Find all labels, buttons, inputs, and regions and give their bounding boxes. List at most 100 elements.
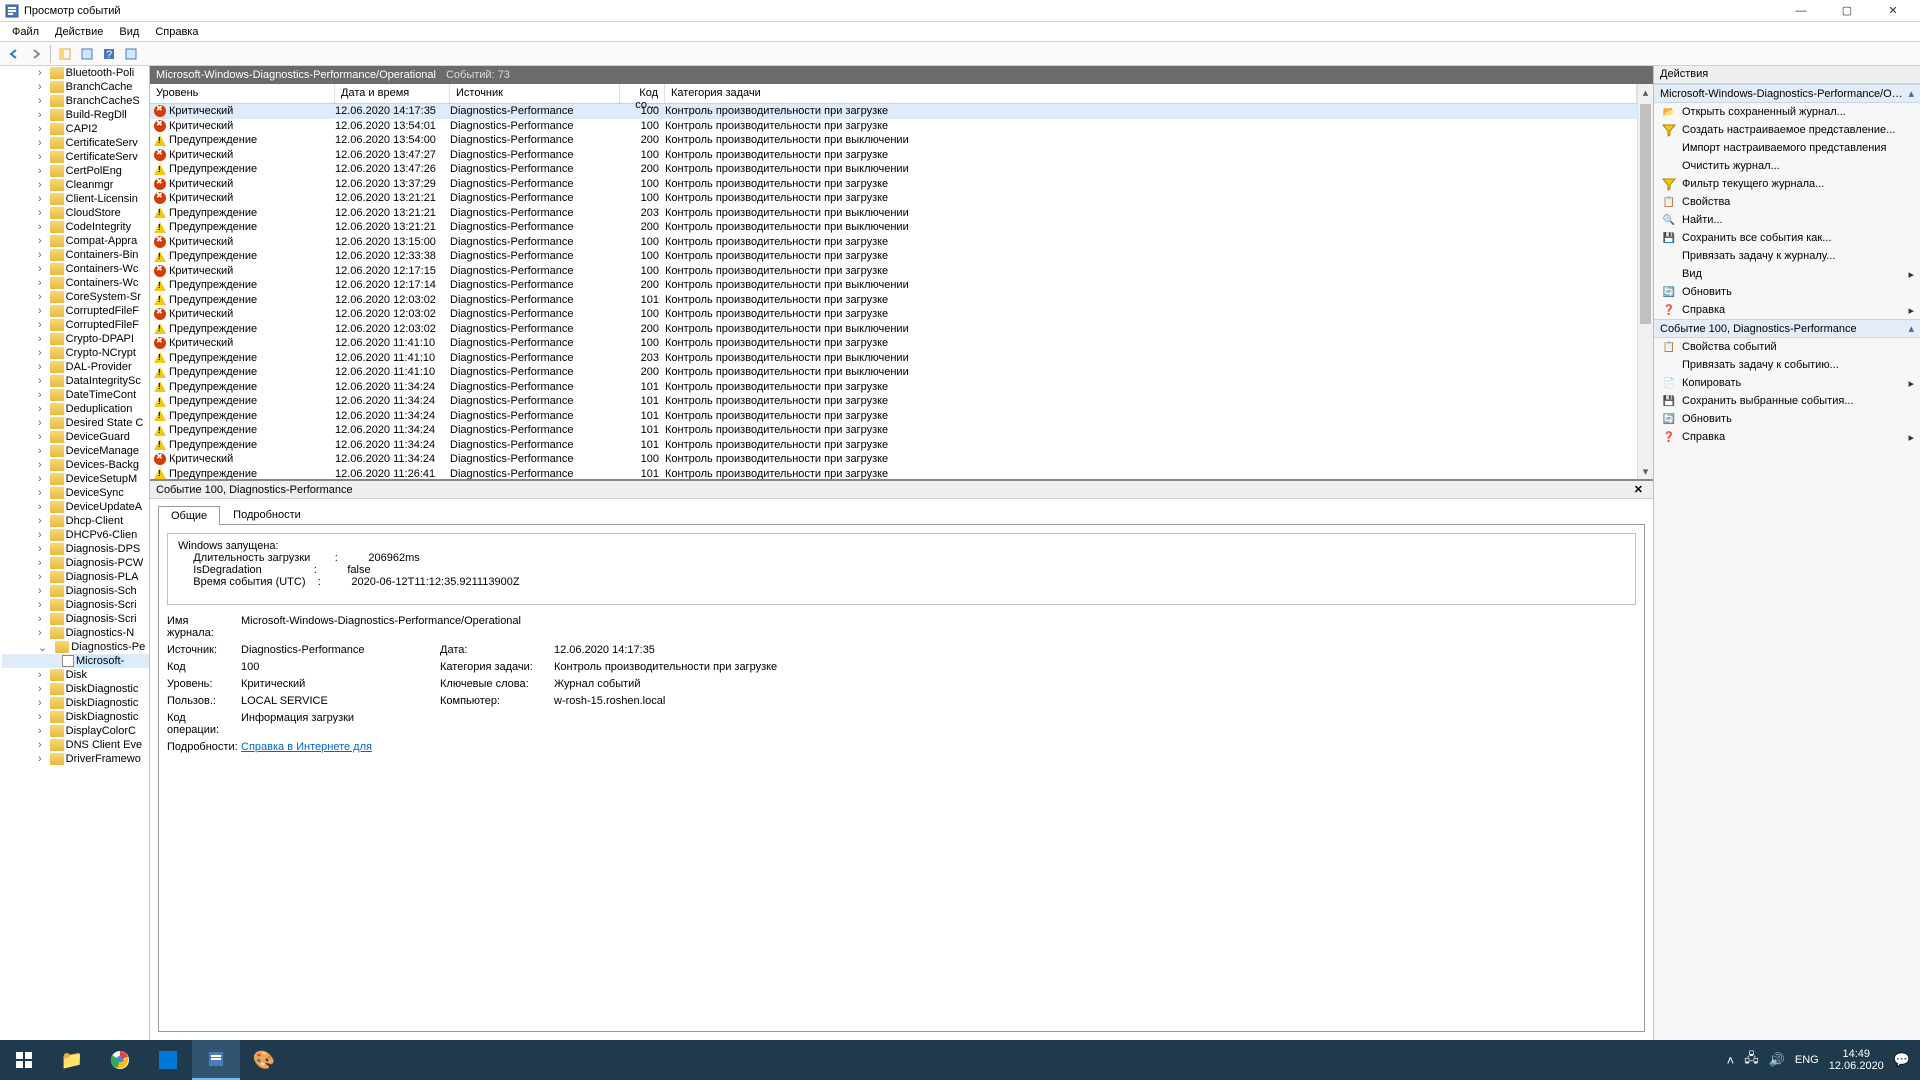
- action-item[interactable]: Фильтр текущего журнала...: [1654, 175, 1920, 193]
- taskbar-explorer[interactable]: 📁: [48, 1040, 96, 1080]
- event-row[interactable]: Критический12.06.2020 13:47:27Diagnostic…: [150, 148, 1637, 163]
- event-row[interactable]: Предупреждение12.06.2020 13:47:26Diagnos…: [150, 162, 1637, 177]
- collapse-icon[interactable]: ▴: [1908, 322, 1914, 335]
- tab-details[interactable]: Подробности: [220, 505, 314, 524]
- tree-item[interactable]: Cleanmgr: [2, 178, 149, 192]
- back-button[interactable]: [4, 44, 24, 64]
- online-help-link[interactable]: Справка в Интернете для: [241, 741, 372, 753]
- details-close-icon[interactable]: ✕: [1630, 483, 1647, 496]
- action-item[interactable]: Вид▸: [1654, 265, 1920, 283]
- tree-item[interactable]: CAPI2: [2, 122, 149, 136]
- tree-item[interactable]: Crypto-DPAPI: [2, 332, 149, 346]
- tray-language[interactable]: ENG: [1795, 1054, 1819, 1066]
- tree-item[interactable]: Dhcp-Client: [2, 514, 149, 528]
- tree-item[interactable]: Crypto-NCrypt: [2, 346, 149, 360]
- tree-item[interactable]: DiskDiagnostic: [2, 682, 149, 696]
- tree-item[interactable]: BranchCacheS: [2, 94, 149, 108]
- event-row[interactable]: Предупреждение12.06.2020 11:34:24Diagnos…: [150, 423, 1637, 438]
- action-item[interactable]: Копировать▸: [1654, 374, 1920, 392]
- event-row[interactable]: Критический12.06.2020 11:41:10Diagnostic…: [150, 336, 1637, 351]
- action-item[interactable]: Очистить журнал...: [1654, 157, 1920, 175]
- tree-item[interactable]: Desired State C: [2, 416, 149, 430]
- collapse-icon[interactable]: ▴: [1908, 87, 1914, 100]
- tree-item[interactable]: Disk: [2, 668, 149, 682]
- action-item[interactable]: Открыть сохраненный журнал...: [1654, 103, 1920, 121]
- taskbar-eventviewer[interactable]: [192, 1040, 240, 1080]
- tree-item[interactable]: Diagnostics-Pe: [2, 640, 149, 654]
- menu-help[interactable]: Справка: [147, 24, 206, 40]
- tree-item[interactable]: Bluetooth-Poli: [2, 66, 149, 80]
- tree-item[interactable]: CodeIntegrity: [2, 220, 149, 234]
- event-row[interactable]: Критический12.06.2020 12:17:15Diagnostic…: [150, 264, 1637, 279]
- event-row[interactable]: Предупреждение12.06.2020 13:21:21Diagnos…: [150, 206, 1637, 221]
- col-code[interactable]: Код со…: [620, 84, 665, 103]
- tree-item[interactable]: Microsoft-: [2, 654, 149, 668]
- tree-item[interactable]: Containers-Wc: [2, 262, 149, 276]
- tree-item[interactable]: DiskDiagnostic: [2, 710, 149, 724]
- tree-item[interactable]: DeviceSetupM: [2, 472, 149, 486]
- event-row[interactable]: Предупреждение12.06.2020 11:41:10Diagnos…: [150, 351, 1637, 366]
- tab-general[interactable]: Общие: [158, 506, 220, 525]
- event-row[interactable]: Критический12.06.2020 13:15:00Diagnostic…: [150, 235, 1637, 250]
- tree-item[interactable]: DNS Client Eve: [2, 738, 149, 752]
- tree-item[interactable]: DateTimeCont: [2, 388, 149, 402]
- event-row[interactable]: Предупреждение12.06.2020 13:21:21Diagnos…: [150, 220, 1637, 235]
- event-row[interactable]: Критический12.06.2020 14:17:35Diagnostic…: [150, 104, 1637, 119]
- tray-chevron-icon[interactable]: ˄: [1727, 1053, 1735, 1068]
- event-row[interactable]: Критический12.06.2020 13:37:29Diagnostic…: [150, 177, 1637, 192]
- tree-item[interactable]: DataIntegritySc: [2, 374, 149, 388]
- tree-item[interactable]: DeviceSync: [2, 486, 149, 500]
- tree-item[interactable]: DHCPv6-Clien: [2, 528, 149, 542]
- tree-item[interactable]: DeviceManage: [2, 444, 149, 458]
- close-button[interactable]: ✕: [1870, 0, 1916, 22]
- tree-item[interactable]: Diagnosis-Scri: [2, 598, 149, 612]
- start-button[interactable]: [0, 1040, 48, 1080]
- event-list[interactable]: Уровень Дата и время Источник Код со… Ка…: [150, 84, 1637, 479]
- maximize-button[interactable]: ▢: [1824, 0, 1870, 22]
- action-item[interactable]: Справка▸: [1654, 301, 1920, 319]
- tree-item[interactable]: Diagnosis-Scri: [2, 612, 149, 626]
- tree-item[interactable]: Diagnosis-DPS: [2, 542, 149, 556]
- action-item[interactable]: Импорт настраиваемого представления: [1654, 139, 1920, 157]
- action-item[interactable]: Сохранить все события как...: [1654, 229, 1920, 247]
- col-date[interactable]: Дата и время: [335, 84, 450, 103]
- taskbar-app1[interactable]: [144, 1040, 192, 1080]
- menu-action[interactable]: Действие: [47, 24, 111, 40]
- action-item[interactable]: Обновить: [1654, 283, 1920, 301]
- tray-volume-icon[interactable]: 🔊: [1769, 1052, 1785, 1068]
- event-row[interactable]: Критический12.06.2020 13:54:01Diagnostic…: [150, 119, 1637, 134]
- col-level[interactable]: Уровень: [150, 84, 335, 103]
- tray-clock[interactable]: 14:49 12.06.2020: [1829, 1048, 1884, 1072]
- vertical-scrollbar[interactable]: ▴ ▾: [1637, 84, 1653, 479]
- event-row[interactable]: Предупреждение12.06.2020 11:34:24Diagnos…: [150, 438, 1637, 453]
- toolbar-btn-4[interactable]: [121, 44, 141, 64]
- event-row[interactable]: Предупреждение12.06.2020 11:26:41Diagnos…: [150, 467, 1637, 480]
- navigation-tree[interactable]: Bluetooth-PoliBranchCacheBranchCacheSBui…: [0, 66, 150, 1040]
- tree-item[interactable]: Compat-Appra: [2, 234, 149, 248]
- minimize-button[interactable]: —: [1778, 0, 1824, 22]
- scroll-down-icon[interactable]: ▾: [1638, 463, 1653, 479]
- col-category[interactable]: Категория задачи: [665, 84, 1637, 103]
- taskbar[interactable]: 📁 🎨 ˄ 🖧 🔊 ENG 14:49 12.06.2020 💬: [0, 1040, 1920, 1080]
- event-row[interactable]: Критический12.06.2020 11:34:24Diagnostic…: [150, 452, 1637, 467]
- action-item[interactable]: Обновить: [1654, 410, 1920, 428]
- menu-file[interactable]: Файл: [4, 24, 47, 40]
- tree-item[interactable]: Diagnosis-PLA: [2, 570, 149, 584]
- event-row[interactable]: Предупреждение12.06.2020 11:34:24Diagnos…: [150, 394, 1637, 409]
- tree-item[interactable]: CloudStore: [2, 206, 149, 220]
- action-item[interactable]: Свойства событий: [1654, 338, 1920, 356]
- scroll-up-icon[interactable]: ▴: [1638, 84, 1653, 100]
- action-item[interactable]: Справка▸: [1654, 428, 1920, 446]
- action-item[interactable]: Создать настраиваемое представление...: [1654, 121, 1920, 139]
- event-row[interactable]: Предупреждение12.06.2020 12:03:02Diagnos…: [150, 293, 1637, 308]
- event-row[interactable]: Предупреждение12.06.2020 12:03:02Diagnos…: [150, 322, 1637, 337]
- tree-item[interactable]: Diagnostics-N: [2, 626, 149, 640]
- taskbar-paint[interactable]: 🎨: [240, 1040, 288, 1080]
- tree-item[interactable]: DeviceUpdateA: [2, 500, 149, 514]
- event-row[interactable]: Предупреждение12.06.2020 13:54:00Diagnos…: [150, 133, 1637, 148]
- toolbar-btn-2[interactable]: [77, 44, 97, 64]
- tree-item[interactable]: Containers-Bin: [2, 248, 149, 262]
- tray-network-icon[interactable]: 🖧: [1744, 1049, 1759, 1071]
- tree-item[interactable]: CorruptedFileF: [2, 304, 149, 318]
- action-item[interactable]: Сохранить выбранные события...: [1654, 392, 1920, 410]
